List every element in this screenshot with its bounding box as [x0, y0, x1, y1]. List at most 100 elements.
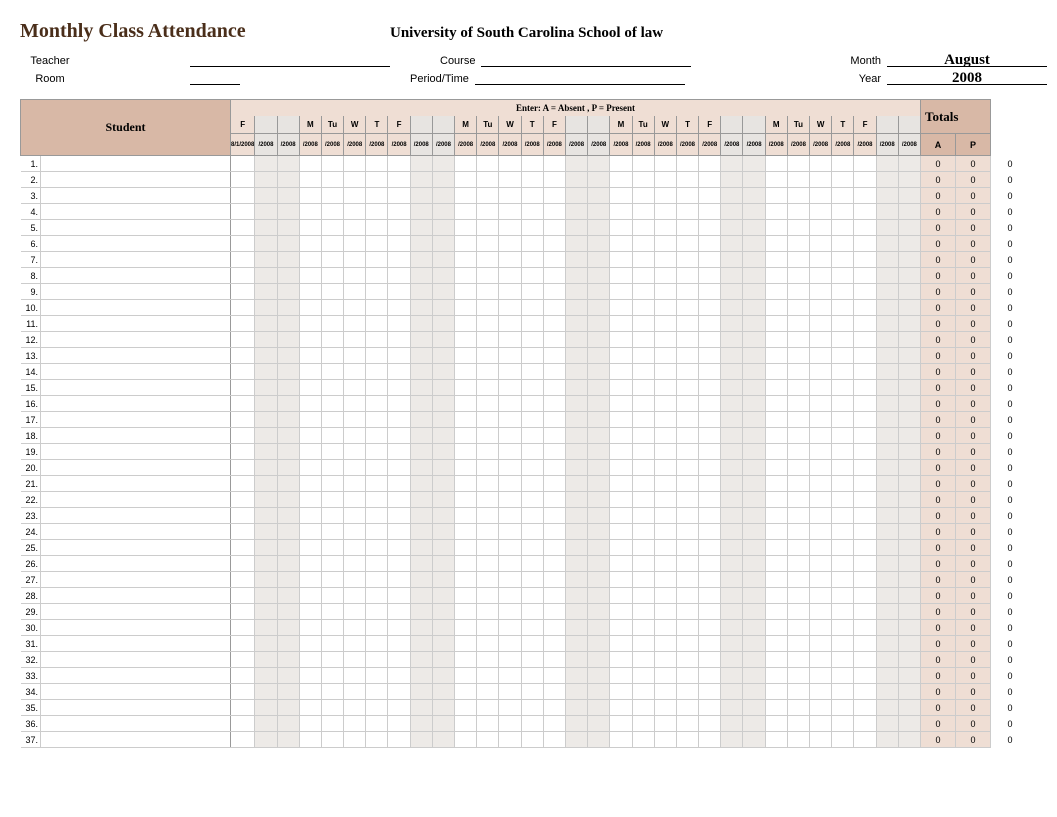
- attendance-cell[interactable]: [676, 716, 698, 732]
- attendance-cell[interactable]: [632, 684, 654, 700]
- attendance-cell[interactable]: [632, 492, 654, 508]
- attendance-cell[interactable]: [499, 268, 521, 284]
- attendance-cell[interactable]: [721, 556, 743, 572]
- attendance-cell[interactable]: [565, 364, 587, 380]
- attendance-cell[interactable]: [299, 396, 321, 412]
- attendance-cell[interactable]: [565, 300, 587, 316]
- attendance-cell[interactable]: [388, 236, 410, 252]
- attendance-cell[interactable]: [588, 476, 610, 492]
- attendance-cell[interactable]: [321, 732, 343, 748]
- attendance-cell[interactable]: [721, 236, 743, 252]
- attendance-cell[interactable]: [255, 668, 277, 684]
- attendance-cell[interactable]: [832, 668, 854, 684]
- attendance-cell[interactable]: [432, 588, 454, 604]
- attendance-cell[interactable]: [366, 396, 388, 412]
- attendance-cell[interactable]: [699, 636, 721, 652]
- attendance-cell[interactable]: [432, 396, 454, 412]
- attendance-cell[interactable]: [565, 316, 587, 332]
- attendance-cell[interactable]: [721, 716, 743, 732]
- attendance-cell[interactable]: [898, 236, 920, 252]
- attendance-cell[interactable]: [432, 524, 454, 540]
- attendance-cell[interactable]: [521, 348, 543, 364]
- attendance-cell[interactable]: [231, 460, 255, 476]
- attendance-cell[interactable]: [898, 636, 920, 652]
- attendance-cell[interactable]: [588, 428, 610, 444]
- attendance-cell[interactable]: [521, 556, 543, 572]
- attendance-cell[interactable]: [876, 700, 898, 716]
- attendance-cell[interactable]: [810, 556, 832, 572]
- attendance-cell[interactable]: [588, 732, 610, 748]
- attendance-cell[interactable]: [854, 636, 876, 652]
- attendance-cell[interactable]: [721, 316, 743, 332]
- attendance-cell[interactable]: [854, 476, 876, 492]
- attendance-cell[interactable]: [477, 508, 499, 524]
- attendance-cell[interactable]: [432, 732, 454, 748]
- attendance-cell[interactable]: [632, 556, 654, 572]
- attendance-cell[interactable]: [277, 684, 299, 700]
- attendance-cell[interactable]: [277, 652, 299, 668]
- attendance-cell[interactable]: [832, 268, 854, 284]
- attendance-cell[interactable]: [455, 348, 477, 364]
- attendance-cell[interactable]: [521, 268, 543, 284]
- attendance-cell[interactable]: [543, 668, 565, 684]
- student-name-cell[interactable]: [41, 444, 231, 460]
- attendance-cell[interactable]: [231, 540, 255, 556]
- attendance-cell[interactable]: [854, 716, 876, 732]
- attendance-cell[interactable]: [765, 476, 787, 492]
- attendance-cell[interactable]: [876, 284, 898, 300]
- attendance-cell[interactable]: [765, 524, 787, 540]
- attendance-cell[interactable]: [721, 460, 743, 476]
- attendance-cell[interactable]: [366, 508, 388, 524]
- attendance-cell[interactable]: [231, 716, 255, 732]
- attendance-cell[interactable]: [743, 412, 765, 428]
- attendance-cell[interactable]: [499, 524, 521, 540]
- student-name-cell[interactable]: [41, 476, 231, 492]
- attendance-cell[interactable]: [410, 604, 432, 620]
- attendance-cell[interactable]: [344, 460, 366, 476]
- attendance-cell[interactable]: [388, 300, 410, 316]
- attendance-cell[interactable]: [699, 348, 721, 364]
- attendance-cell[interactable]: [231, 172, 255, 188]
- attendance-cell[interactable]: [344, 700, 366, 716]
- attendance-cell[interactable]: [610, 156, 632, 172]
- attendance-cell[interactable]: [344, 444, 366, 460]
- attendance-cell[interactable]: [321, 716, 343, 732]
- attendance-cell[interactable]: [432, 668, 454, 684]
- attendance-cell[interactable]: [455, 460, 477, 476]
- attendance-cell[interactable]: [810, 172, 832, 188]
- attendance-cell[interactable]: [277, 172, 299, 188]
- attendance-cell[interactable]: [610, 284, 632, 300]
- attendance-cell[interactable]: [477, 716, 499, 732]
- attendance-cell[interactable]: [477, 492, 499, 508]
- attendance-cell[interactable]: [521, 620, 543, 636]
- attendance-cell[interactable]: [410, 284, 432, 300]
- attendance-cell[interactable]: [543, 524, 565, 540]
- attendance-cell[interactable]: [654, 348, 676, 364]
- attendance-cell[interactable]: [787, 412, 809, 428]
- attendance-cell[interactable]: [388, 508, 410, 524]
- attendance-cell[interactable]: [321, 252, 343, 268]
- attendance-cell[interactable]: [721, 412, 743, 428]
- attendance-cell[interactable]: [676, 300, 698, 316]
- attendance-cell[interactable]: [654, 364, 676, 380]
- attendance-cell[interactable]: [588, 332, 610, 348]
- attendance-cell[interactable]: [410, 572, 432, 588]
- attendance-cell[interactable]: [676, 204, 698, 220]
- attendance-cell[interactable]: [477, 444, 499, 460]
- attendance-cell[interactable]: [632, 236, 654, 252]
- attendance-cell[interactable]: [787, 380, 809, 396]
- attendance-cell[interactable]: [588, 396, 610, 412]
- attendance-cell[interactable]: [721, 668, 743, 684]
- period-field[interactable]: [475, 71, 685, 85]
- attendance-cell[interactable]: [632, 700, 654, 716]
- attendance-cell[interactable]: [521, 492, 543, 508]
- attendance-cell[interactable]: [632, 444, 654, 460]
- attendance-cell[interactable]: [743, 476, 765, 492]
- attendance-cell[interactable]: [832, 604, 854, 620]
- attendance-cell[interactable]: [876, 652, 898, 668]
- attendance-cell[interactable]: [432, 156, 454, 172]
- attendance-cell[interactable]: [787, 716, 809, 732]
- attendance-cell[interactable]: [499, 236, 521, 252]
- attendance-cell[interactable]: [565, 220, 587, 236]
- student-name-cell[interactable]: [41, 364, 231, 380]
